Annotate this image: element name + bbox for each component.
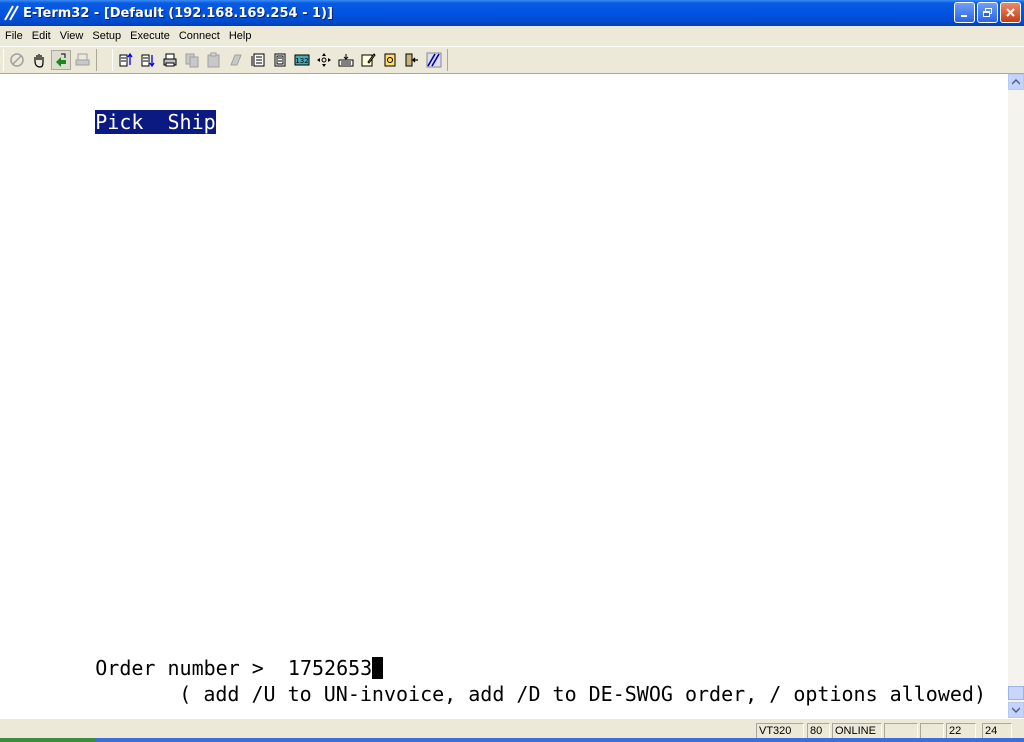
move-icon[interactable] bbox=[314, 50, 334, 70]
menu-connect[interactable]: Connect bbox=[175, 30, 224, 42]
close-icon bbox=[1006, 8, 1015, 17]
app-window: E-Term32 - [Default (192.168.169.254 - 1… bbox=[0, 0, 1024, 742]
restore-icon bbox=[983, 8, 992, 17]
send-file-icon[interactable] bbox=[116, 50, 136, 70]
status-blank-1 bbox=[884, 723, 918, 739]
menu-view[interactable]: View bbox=[56, 30, 88, 42]
minimize-button[interactable] bbox=[954, 2, 975, 23]
logo-icon[interactable] bbox=[424, 50, 444, 70]
title-bar[interactable]: E-Term32 - [Default (192.168.169.254 - 1… bbox=[0, 0, 1024, 26]
screen-title: Pick Ship bbox=[95, 110, 216, 134]
scroll-up-icon bbox=[1012, 79, 1020, 85]
app-logo-icon bbox=[4, 5, 20, 21]
print-screen-icon[interactable] bbox=[73, 50, 93, 70]
status-col: 24 bbox=[982, 723, 1012, 739]
menu-bar: File Edit View Setup Execute Connect Hel… bbox=[0, 26, 1024, 46]
columns-132-icon[interactable]: 132 bbox=[292, 50, 312, 70]
window-title: E-Term32 - [Default (192.168.169.254 - 1… bbox=[23, 5, 333, 21]
toolbar-group-connection bbox=[3, 49, 97, 71]
window-controls bbox=[954, 2, 1021, 23]
status-blank-2 bbox=[920, 723, 944, 739]
disconnect-icon[interactable] bbox=[7, 50, 27, 70]
terminal-screen[interactable]: Pick Ship Order number > 1752653 ( add /… bbox=[0, 74, 1008, 718]
exit-icon[interactable] bbox=[402, 50, 422, 70]
edit-icon[interactable] bbox=[358, 50, 378, 70]
page-icon[interactable] bbox=[248, 50, 268, 70]
status-row: 22 bbox=[946, 723, 976, 739]
scroll-down-button[interactable] bbox=[1008, 702, 1024, 718]
menu-edit[interactable]: Edit bbox=[28, 30, 55, 42]
script-icon[interactable] bbox=[380, 50, 400, 70]
resize-grip-icon[interactable] bbox=[1012, 723, 1022, 739]
status-emulation: VT320 bbox=[756, 723, 804, 739]
erase-icon[interactable] bbox=[226, 50, 246, 70]
minimize-icon bbox=[961, 15, 967, 17]
receive-file-icon[interactable] bbox=[138, 50, 158, 70]
keyboard-icon[interactable] bbox=[336, 50, 356, 70]
restore-button[interactable] bbox=[977, 2, 998, 23]
copy-icon[interactable] bbox=[182, 50, 202, 70]
page-alt-icon[interactable] bbox=[270, 50, 290, 70]
taskbar-strip bbox=[96, 738, 1024, 742]
toolbar-group-actions: 132 bbox=[112, 49, 448, 71]
connect-icon[interactable] bbox=[51, 50, 71, 70]
menu-file[interactable]: File bbox=[1, 30, 27, 42]
scroll-up-button[interactable] bbox=[1008, 74, 1024, 90]
toolbar: 132 bbox=[0, 46, 1024, 74]
menu-setup[interactable]: Setup bbox=[88, 30, 125, 42]
scroll-thumb[interactable] bbox=[1008, 686, 1024, 700]
status-connection: ONLINE bbox=[832, 723, 882, 739]
terminal-header-line: Pick Ship bbox=[23, 86, 216, 158]
scroll-down-icon bbox=[1012, 707, 1020, 713]
vertical-scrollbar[interactable] bbox=[1008, 74, 1024, 718]
status-columns: 80 bbox=[807, 723, 830, 739]
order-hint-text: ( add /U to UN-invoice, add /D to DE-SWO… bbox=[179, 682, 986, 706]
paste-icon[interactable] bbox=[204, 50, 224, 70]
print-icon[interactable] bbox=[160, 50, 180, 70]
close-button[interactable] bbox=[1000, 2, 1021, 23]
menu-execute[interactable]: Execute bbox=[126, 30, 174, 42]
menu-help[interactable]: Help bbox=[225, 30, 256, 42]
hand-icon[interactable] bbox=[29, 50, 49, 70]
columns-132-label: 132 bbox=[295, 57, 308, 65]
taskbar-start-strip bbox=[0, 738, 96, 742]
